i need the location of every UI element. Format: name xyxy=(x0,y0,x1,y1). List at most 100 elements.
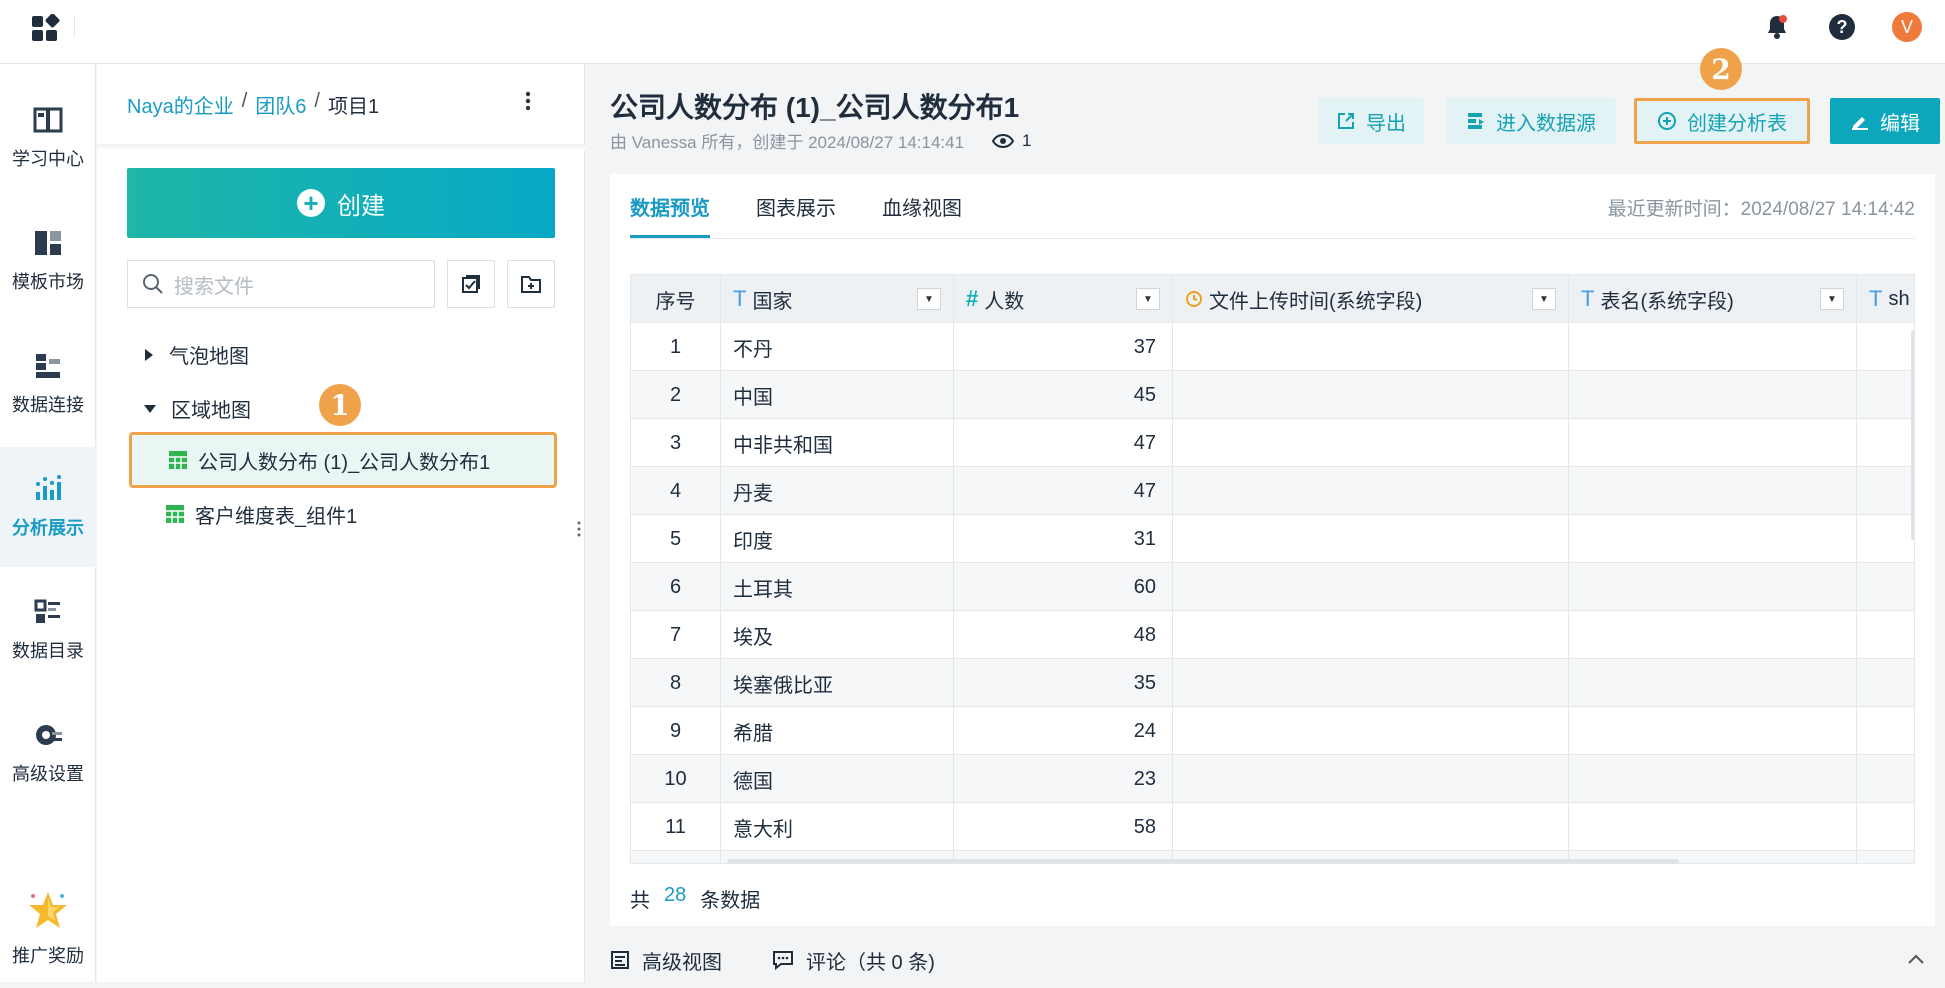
folder-add-icon xyxy=(521,276,541,293)
cell-country: 中非共和国 xyxy=(721,419,954,467)
horizontal-scrollbar[interactable] xyxy=(727,859,1679,863)
cell-table-name xyxy=(1569,515,1857,563)
step-badge-1: 1 xyxy=(319,384,361,426)
plus-circle-icon xyxy=(1658,112,1676,130)
tab-chart-view[interactable]: 图表展示 xyxy=(756,174,836,238)
chevron-up-icon[interactable] xyxy=(1907,948,1925,971)
header-upload-time[interactable]: 文件上传时间(系统字段) ▼ xyxy=(1173,275,1569,323)
nav-item-rewards[interactable]: 推广奖励 xyxy=(0,870,96,988)
svg-text:?: ? xyxy=(1837,17,1848,37)
file-label: 客户维度表_组件1 xyxy=(195,505,358,528)
cell-count: 45 xyxy=(954,371,1173,419)
cell-index: 12 xyxy=(631,851,721,863)
nav-item-learning[interactable]: 学习中心 xyxy=(0,78,96,198)
data-connect-icon xyxy=(36,354,60,378)
advanced-view-button[interactable]: 高级视图 xyxy=(610,946,722,975)
breadcrumb-project: 项目1 xyxy=(327,96,380,118)
column-dropdown-button[interactable]: ▼ xyxy=(1820,288,1844,310)
create-analysis-table-button[interactable]: 创建分析表 xyxy=(1634,98,1810,144)
nav-item-data-connect[interactable]: 数据连接 xyxy=(0,324,96,444)
breadcrumb-org[interactable]: Naya的企业 xyxy=(127,90,234,119)
comments-button[interactable]: 评论（共 0 条) xyxy=(772,946,935,975)
cell-count: 47 xyxy=(954,467,1173,515)
cell-index: 11 xyxy=(631,803,721,851)
multi-select-button[interactable] xyxy=(447,260,495,308)
edit-label: 编辑 xyxy=(1880,112,1920,135)
create-button[interactable]: + 创建 xyxy=(127,168,555,238)
avatar[interactable]: V xyxy=(1892,12,1922,42)
enter-datasource-button[interactable]: 进入数据源 xyxy=(1446,98,1616,144)
cell-count: 24 xyxy=(954,707,1173,755)
cell-more xyxy=(1857,563,1914,611)
star-reward-icon xyxy=(29,892,67,928)
nav-item-analysis[interactable]: 分析展示 xyxy=(0,447,96,567)
table-row[interactable]: 1 不丹 37 xyxy=(631,323,1914,371)
export-button[interactable]: 导出 xyxy=(1318,98,1424,144)
new-folder-button[interactable] xyxy=(507,260,555,308)
tree-file-company-headcount[interactable]: 公司人数分布 (1)_公司人数分布1 xyxy=(129,432,557,488)
header-more[interactable]: Tsh xyxy=(1857,275,1914,323)
cell-table-name xyxy=(1569,803,1857,851)
breadcrumb-team[interactable]: 团队6 xyxy=(255,90,306,119)
table-row[interactable]: 9 希腊 24 xyxy=(631,707,1914,755)
header-country[interactable]: T 国家 ▼ xyxy=(721,275,954,323)
header-table-name[interactable]: T 表名(系统字段) ▼ xyxy=(1569,275,1857,323)
cell-table-name xyxy=(1569,659,1857,707)
table-row[interactable]: 3 中非共和国 47 xyxy=(631,419,1914,467)
nav-item-advanced-settings[interactable]: 高级设置 xyxy=(0,693,96,813)
cell-table-name xyxy=(1569,467,1857,515)
tree-file-customer-dimension[interactable]: 客户维度表_组件1 xyxy=(129,486,557,542)
table-row[interactable]: 2 中国 45 xyxy=(631,371,1914,419)
table-row[interactable]: 10 德国 23 xyxy=(631,755,1914,803)
text-type-icon: T xyxy=(1581,286,1595,311)
nav-item-templates[interactable]: 模板市场 xyxy=(0,201,96,321)
cell-table-name xyxy=(1569,707,1857,755)
cell-upload-time xyxy=(1173,755,1569,803)
number-type-icon: # xyxy=(966,286,979,311)
table-row[interactable]: 5 印度 31 xyxy=(631,515,1914,563)
column-dropdown-button[interactable]: ▼ xyxy=(1136,288,1160,310)
table-icon xyxy=(169,451,187,469)
cell-country: 中国 xyxy=(721,371,954,419)
panel-resize-handle[interactable] xyxy=(576,520,582,538)
cell-index: 9 xyxy=(631,707,721,755)
search-icon xyxy=(143,274,163,294)
more-menu-icon[interactable] xyxy=(525,90,531,118)
tab-data-preview[interactable]: 数据预览 xyxy=(630,174,710,238)
search-placeholder: 搜索文件 xyxy=(174,275,254,298)
cell-more xyxy=(1857,371,1914,419)
column-dropdown-button[interactable]: ▼ xyxy=(1532,288,1556,310)
top-bar: ? V xyxy=(0,0,1945,64)
file-panel: Naya的企业 / 团队6 / 项目1 + 创建 搜索文件 气泡地图 区域地图 … xyxy=(97,64,585,982)
catalog-icon xyxy=(34,599,60,623)
help-icon[interactable]: ? xyxy=(1827,12,1857,42)
nav-item-catalog[interactable]: 数据目录 xyxy=(0,570,96,690)
count-prefix: 共 xyxy=(630,890,650,912)
cell-index: 3 xyxy=(631,419,721,467)
cell-upload-time xyxy=(1173,563,1569,611)
table-row[interactable]: 11 意大利 58 xyxy=(631,803,1914,851)
page-meta: 由 Vanessa 所有，创建于 2024/08/27 14:14:41 1 xyxy=(610,128,1032,153)
caret-down-icon xyxy=(144,404,156,413)
header-count[interactable]: # 人数 ▼ xyxy=(954,275,1173,323)
tree-folder-region-map[interactable]: 区域地图 xyxy=(143,394,251,423)
cell-table-name xyxy=(1569,371,1857,419)
notification-bell-icon[interactable] xyxy=(1762,12,1792,42)
comment-icon xyxy=(773,951,793,970)
table-row[interactable]: 7 埃及 48 xyxy=(631,611,1914,659)
nav-label: 分析展示 xyxy=(12,518,84,538)
file-label: 公司人数分布 (1)_公司人数分布1 xyxy=(198,451,491,474)
nav-label: 数据目录 xyxy=(12,641,84,661)
search-input[interactable]: 搜索文件 xyxy=(127,260,435,308)
tree-folder-bubble-map[interactable]: 气泡地图 xyxy=(143,340,249,369)
tab-lineage-view[interactable]: 血缘视图 xyxy=(882,174,962,238)
cell-count: 58 xyxy=(954,803,1173,851)
table-row[interactable]: 6 土耳其 60 xyxy=(631,563,1914,611)
cell-more xyxy=(1857,851,1914,863)
app-logo-icon[interactable] xyxy=(30,14,60,44)
edit-button[interactable]: 编辑 xyxy=(1830,98,1940,144)
column-dropdown-button[interactable]: ▼ xyxy=(917,288,941,310)
table-row[interactable]: 4 丹麦 47 xyxy=(631,467,1914,515)
table-row[interactable]: 8 埃塞俄比亚 35 xyxy=(631,659,1914,707)
vertical-scrollbar[interactable] xyxy=(1911,330,1914,540)
